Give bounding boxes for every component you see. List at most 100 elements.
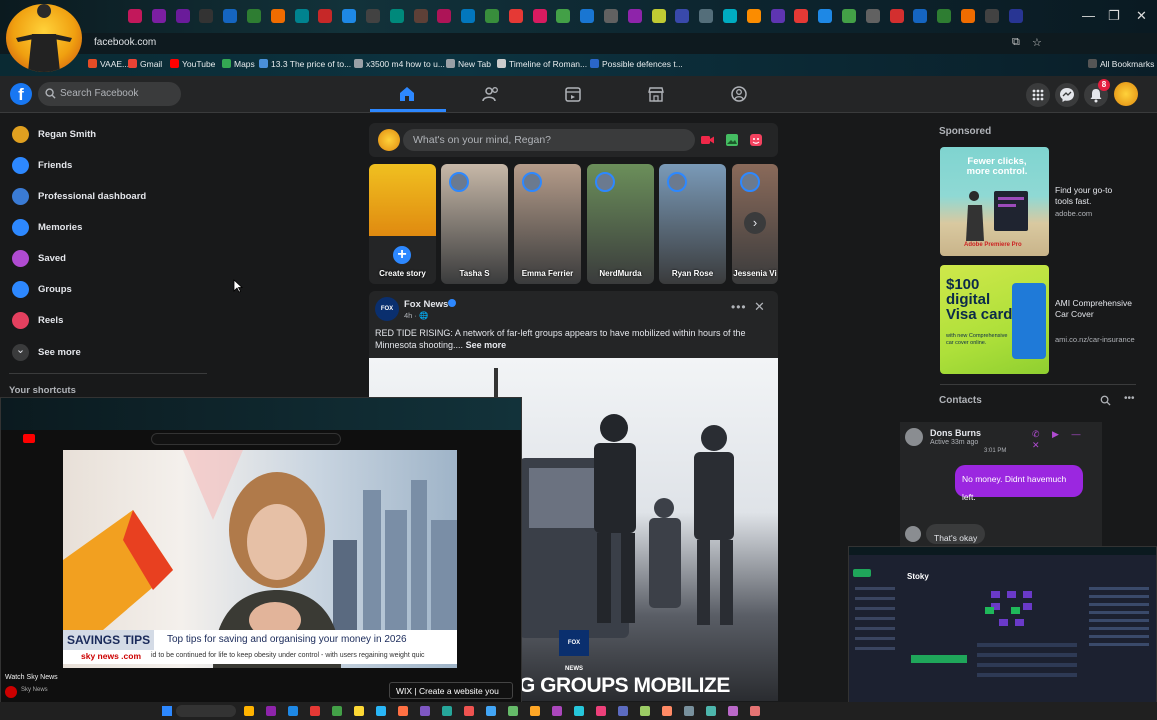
browser-tab[interactable] xyxy=(199,9,214,23)
post-author-avatar[interactable]: FOX xyxy=(375,297,399,321)
post-close-icon[interactable]: ✕ xyxy=(754,299,765,315)
yt-channel-avatar[interactable] xyxy=(5,686,17,698)
browser-tab[interactable] xyxy=(794,9,809,23)
browser-tab[interactable] xyxy=(389,9,404,23)
browser-tab[interactable] xyxy=(437,9,452,23)
feeling-icon[interactable] xyxy=(749,133,763,147)
sidebar-item-professional-dashboard[interactable]: Professional dashboard xyxy=(8,184,208,210)
browser-tab[interactable] xyxy=(485,9,499,23)
taskbar-app-icon[interactable] xyxy=(684,706,694,716)
chat-avatar[interactable] xyxy=(905,428,923,446)
sidebar-item-friends[interactable]: Friends xyxy=(8,153,208,179)
taskbar-app-icon[interactable] xyxy=(288,706,298,716)
browser-tab[interactable] xyxy=(580,9,595,23)
maximize-button[interactable]: ❐ xyxy=(1108,8,1120,24)
sidebar-item-reels[interactable]: Reels xyxy=(8,308,208,334)
search-facebook-input[interactable]: Search Facebook xyxy=(38,82,181,106)
taskbar-app-icon[interactable] xyxy=(420,706,430,716)
video-nav-icon[interactable] xyxy=(563,84,583,104)
taskbar-app-icon[interactable] xyxy=(640,706,650,716)
url-text[interactable]: facebook.com xyxy=(94,37,156,48)
browser-tab[interactable] xyxy=(842,9,856,23)
browser-tab[interactable] xyxy=(270,9,285,23)
browser-tab[interactable] xyxy=(223,9,238,23)
messenger-button[interactable] xyxy=(1055,83,1079,107)
browser-tab[interactable] xyxy=(675,9,690,23)
bookmark-item[interactable]: Timeline of Roman... xyxy=(497,59,587,69)
browser-tab[interactable] xyxy=(366,9,380,23)
youtube-logo[interactable] xyxy=(23,434,35,443)
notifications-button[interactable]: 8 xyxy=(1084,79,1110,107)
browser-tab[interactable] xyxy=(937,9,952,23)
taskbar-app-icon[interactable] xyxy=(618,706,628,716)
taskbar-app-icon[interactable] xyxy=(750,706,760,716)
bookmark-item[interactable]: x3500 m4 how to u... xyxy=(354,59,445,69)
bookmark-item[interactable]: 13.3 The price of to... xyxy=(259,59,351,69)
contacts-search-icon[interactable] xyxy=(1100,395,1111,406)
yt-search-box[interactable] xyxy=(151,433,341,445)
browser-tab[interactable] xyxy=(556,9,571,23)
browser-tab[interactable] xyxy=(294,9,309,23)
facebook-logo[interactable]: f xyxy=(10,83,32,105)
taskbar-app-icon[interactable] xyxy=(310,706,320,716)
browser-tab[interactable] xyxy=(128,9,142,23)
browser-tab[interactable] xyxy=(342,9,357,23)
extension-icon[interactable]: ⧉ xyxy=(1012,36,1020,49)
taskbar-app-icon[interactable] xyxy=(728,706,738,716)
ad-title-adobe[interactable]: Find your go-to tools fast. xyxy=(1055,185,1127,207)
wix-ad-banner[interactable]: WIX | Create a website you xyxy=(389,682,513,699)
create-story-card[interactable]: + Create story xyxy=(369,164,436,284)
youtube-overlay-window[interactable]: SAVINGS TIPS Top tips for saving and org… xyxy=(0,397,522,720)
sidebar-item-regan-smith[interactable]: Regan Smith xyxy=(8,122,208,148)
account-avatar[interactable] xyxy=(1114,82,1138,106)
browser-tab[interactable] xyxy=(532,9,547,23)
sidebar-item-see-more[interactable]: ⌄ See more xyxy=(8,340,208,366)
gaming-icon[interactable] xyxy=(729,84,749,104)
see-more-link[interactable]: See more xyxy=(466,340,507,350)
all-bookmarks[interactable]: All Bookmarks xyxy=(1088,59,1154,69)
bookmark-item[interactable]: YouTube xyxy=(170,59,215,69)
taskbar-app-icon[interactable] xyxy=(332,706,342,716)
friends-nav-icon[interactable] xyxy=(481,84,501,104)
stoky-app-overlay[interactable]: Stoky xyxy=(848,546,1157,709)
taskbar-app-icon[interactable] xyxy=(508,706,518,716)
close-window-button[interactable]: ✕ xyxy=(1136,8,1147,24)
browser-tab[interactable] xyxy=(508,9,523,23)
post-author[interactable]: Fox News xyxy=(404,299,448,310)
ad-image-adobe[interactable]: Fewer clicks, more control. Adobe Premie… xyxy=(940,147,1049,256)
browser-tab[interactable] xyxy=(723,9,737,23)
browser-tab[interactable] xyxy=(699,9,714,23)
minimize-button[interactable]: — xyxy=(1082,8,1095,23)
browser-tab[interactable] xyxy=(247,9,261,23)
browser-tab[interactable] xyxy=(770,9,785,23)
bookmark-item[interactable]: New Tab xyxy=(446,59,491,69)
taskbar-search[interactable] xyxy=(176,705,236,717)
taskbar-app-icon[interactable] xyxy=(266,706,276,716)
bookmark-item[interactable]: Maps xyxy=(222,59,255,69)
sidebar-item-saved[interactable]: Saved xyxy=(8,246,208,272)
post-more-options[interactable]: ••• xyxy=(731,300,747,314)
browser-tab[interactable] xyxy=(1008,9,1023,23)
browser-tab[interactable] xyxy=(865,9,880,23)
bookmark-item[interactable]: Gmail xyxy=(128,59,162,69)
contacts-more-options[interactable]: ••• xyxy=(1124,393,1135,404)
story-card[interactable]: Ryan Rose xyxy=(659,164,726,284)
taskbar-app-icon[interactable] xyxy=(464,706,474,716)
taskbar-app-icon[interactable] xyxy=(706,706,716,716)
taskbar-app-icon[interactable] xyxy=(662,706,672,716)
bookmark-item[interactable]: Possible defences t... xyxy=(590,59,683,69)
taskbar-app-icon[interactable] xyxy=(376,706,386,716)
yt-channel-name[interactable]: Watch Sky News xyxy=(5,674,58,681)
browser-tab[interactable] xyxy=(961,9,975,23)
live-video-icon[interactable] xyxy=(700,133,715,147)
browser-tab[interactable] xyxy=(318,9,333,23)
sidebar-item-groups[interactable]: Groups xyxy=(8,277,208,303)
star-icon[interactable]: ☆ xyxy=(1032,36,1042,49)
browser-tab[interactable] xyxy=(818,9,833,23)
taskbar-app-icon[interactable] xyxy=(486,706,496,716)
browser-tab[interactable] xyxy=(604,9,618,23)
story-card[interactable]: Emma Ferrier xyxy=(514,164,581,284)
browser-tab[interactable] xyxy=(461,9,476,23)
chat-contact-name[interactable]: Dons Burns xyxy=(930,428,981,438)
stories-next-button[interactable]: › xyxy=(744,212,766,234)
